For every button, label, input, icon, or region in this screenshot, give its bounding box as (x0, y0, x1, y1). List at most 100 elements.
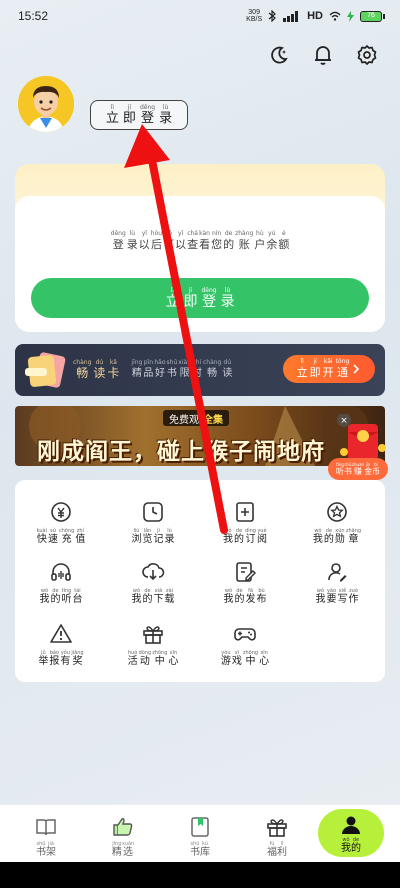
pinyin: lì (110, 104, 115, 111)
hanzi: 书 (166, 368, 177, 379)
hanzi: 登 (202, 293, 216, 310)
listen-earn-coins-label[interactable]: tīng 听 shū 书 zhuàn 赚 jīn 金 bì 币 (328, 458, 388, 480)
pinyin-char: xì 戏 (232, 650, 242, 668)
pinyin: lù (224, 286, 231, 294)
pinyin-char: de 的 (143, 588, 153, 606)
grid-item[interactable]: kuài 快 sù 速 chōng 充 zhí 值 (15, 500, 107, 546)
plus-square-icon (236, 502, 254, 522)
status-bar: 15:52 309 KB/S HD 76 (0, 0, 400, 32)
pinyin-char: jīng 精 (131, 359, 142, 381)
pinyin: kāi (323, 358, 333, 365)
ad-tag: 免费观 全集 (163, 410, 229, 426)
pinyin-char: lì 利 (277, 841, 287, 858)
pinyin-char: shí 时 (192, 359, 202, 381)
bookmark-icon (191, 817, 209, 837)
hanzi: 金 (364, 466, 373, 476)
pinyin-char: yóu 游 (221, 650, 231, 668)
hanzi: 书 (190, 847, 200, 858)
avatar[interactable] (18, 76, 74, 132)
pinyin-char: lù 录 (165, 528, 175, 546)
hanzi: 记 (153, 534, 164, 545)
pinyin-char: de 的 (324, 528, 334, 546)
hanzi: 浏 (131, 534, 142, 545)
hanzi: 写 (337, 594, 348, 605)
hanzi: 书 (343, 466, 352, 476)
grid-item[interactable]: liú 浏 lǎn 览 jì 记 lù 录 (107, 500, 199, 546)
red-packet-icon[interactable]: × (336, 413, 386, 464)
hanzi: 中 (154, 656, 165, 667)
system-gesture-bar (0, 862, 400, 888)
grid-item[interactable]: huó 活 dòng 动 zhōng 中 xīn 心 (107, 622, 199, 668)
edit-icon (236, 562, 256, 582)
pinyin-char: zhàng 账 (235, 230, 253, 252)
pinyin-char: wǒ 我 (132, 588, 142, 606)
warning-icon (50, 624, 72, 643)
vip-cards-icon (25, 352, 66, 388)
pinyin-char: lù 录 (127, 230, 138, 252)
nav-item-label: shū 书 kù 库 (190, 841, 210, 858)
book-icon (36, 819, 56, 836)
pinyin-char: chàng 畅 (73, 359, 91, 381)
pinyin-char: hòu 后 (151, 230, 162, 252)
grid-item[interactable]: wǒ 我 de 的 tīng 听 tái 台 (15, 560, 107, 606)
pinyin-char: bù 布 (257, 588, 267, 606)
hanzi: 畅 (207, 368, 218, 379)
hanzi: 即 (309, 366, 321, 379)
pinyin-char: zhōng 中 (243, 650, 258, 668)
pinyin-char: xūn 勋 (335, 528, 345, 546)
pinyin-char: jià 架 (46, 841, 56, 858)
bell-icon[interactable] (312, 44, 334, 66)
pinyin-char: shū 书 (190, 841, 200, 858)
ad-banner[interactable]: 免费观 全集 刚成阎王，碰上猴子闹地府 (15, 406, 385, 466)
nav-item[interactable]: fú 福 lì 利 (247, 815, 307, 858)
nav-item[interactable]: jīng 精 xuǎn 选 (93, 815, 153, 858)
grid-item[interactable]: wǒ 我 de 的 fā 发 bù 布 (199, 560, 291, 606)
night-mode-icon[interactable] (268, 44, 290, 66)
grid-item[interactable]: wǒ 我 de 的 dìng 订 yuè 阅 (199, 500, 291, 546)
grid-item[interactable]: wǒ 我 yào 要 xiě 写 zuò 作 (291, 560, 383, 606)
hanzi: 录 (159, 111, 173, 126)
nav-item-mine[interactable]: wǒ 我 de 的 (318, 809, 384, 857)
pinyin-char: yú 余 (266, 230, 277, 252)
pinyin-char: huó 活 (128, 650, 138, 668)
hanzi: 要 (326, 594, 337, 605)
pinyin-char: jì 记 (154, 528, 164, 546)
grid-item[interactable]: jǔ 举 bào 报 yǒu 有 jiǎng 奖 (15, 622, 107, 668)
pinyin-char: chōng 充 (59, 528, 74, 546)
settings-gear-icon[interactable] (356, 44, 378, 66)
pinyin-char: xiě 写 (338, 588, 348, 606)
pinyin-char: dú 读 (222, 359, 232, 381)
pinyin-char: lǎn 览 (143, 528, 153, 546)
hanzi: 限 (179, 368, 190, 379)
hanzi: 的 (323, 534, 334, 545)
hanzi: 看 (199, 238, 211, 251)
pinyin-char: de 的 (235, 588, 245, 606)
speed-unit: KB/S (246, 16, 263, 23)
hanzi: 选 (123, 847, 133, 858)
open-vip-button[interactable]: lì 立 jí 即 kāi 开 tōng 通 (283, 355, 375, 383)
hanzi: 台 (72, 594, 83, 605)
pinyin-char: jí 即 (310, 358, 321, 380)
pinyin-char: xuǎn 选 (122, 841, 134, 858)
pinyin-char: yǐ 以 (175, 230, 186, 252)
hanzi: 卡 (107, 366, 120, 380)
hanzi: 活 (127, 656, 138, 667)
pinyin-char: tái 台 (73, 588, 83, 606)
grid-item[interactable]: yóu 游 xì 戏 zhōng 中 xīn 心 (199, 622, 291, 668)
speed-value: 309 (248, 9, 260, 16)
vip-banner[interactable]: chàng 畅 dú 读 kǎ 卡 jīng 精 pǐn 品 hǎo 好 shū 书 xiàn 限 shí 时 c… (15, 344, 385, 396)
nav-item[interactable]: shū 书 kù 库 (170, 815, 230, 858)
pinyin-char: bào 报 (49, 650, 59, 668)
pinyin-char: pǐn 品 (143, 359, 153, 381)
grid-item-label: wǒ 我 yào 要 xiě 写 zuò 作 (316, 588, 359, 606)
login-now-button[interactable]: lì 立 jí 即 dēng 登 lù 录 (31, 278, 369, 318)
grid-item[interactable]: wǒ 我 de 的 xūn 勋 zhāng 章 (291, 500, 383, 546)
pinyin: lù (162, 104, 169, 111)
grid-item[interactable]: wǒ 我 de 的 xià 下 zài 载 (107, 560, 199, 606)
hanzi: 读 (93, 366, 106, 380)
grid-item-label: wǒ 我 de 的 dìng 订 yuè 阅 (223, 528, 267, 546)
hanzi: 作 (348, 594, 359, 605)
nav-item[interactable]: shū 书 jià 架 (16, 815, 76, 858)
login-button[interactable]: lì 立 jí 即 dēng 登 lù 录 (90, 100, 188, 130)
pinyin-char: dēng 登 (140, 104, 155, 126)
